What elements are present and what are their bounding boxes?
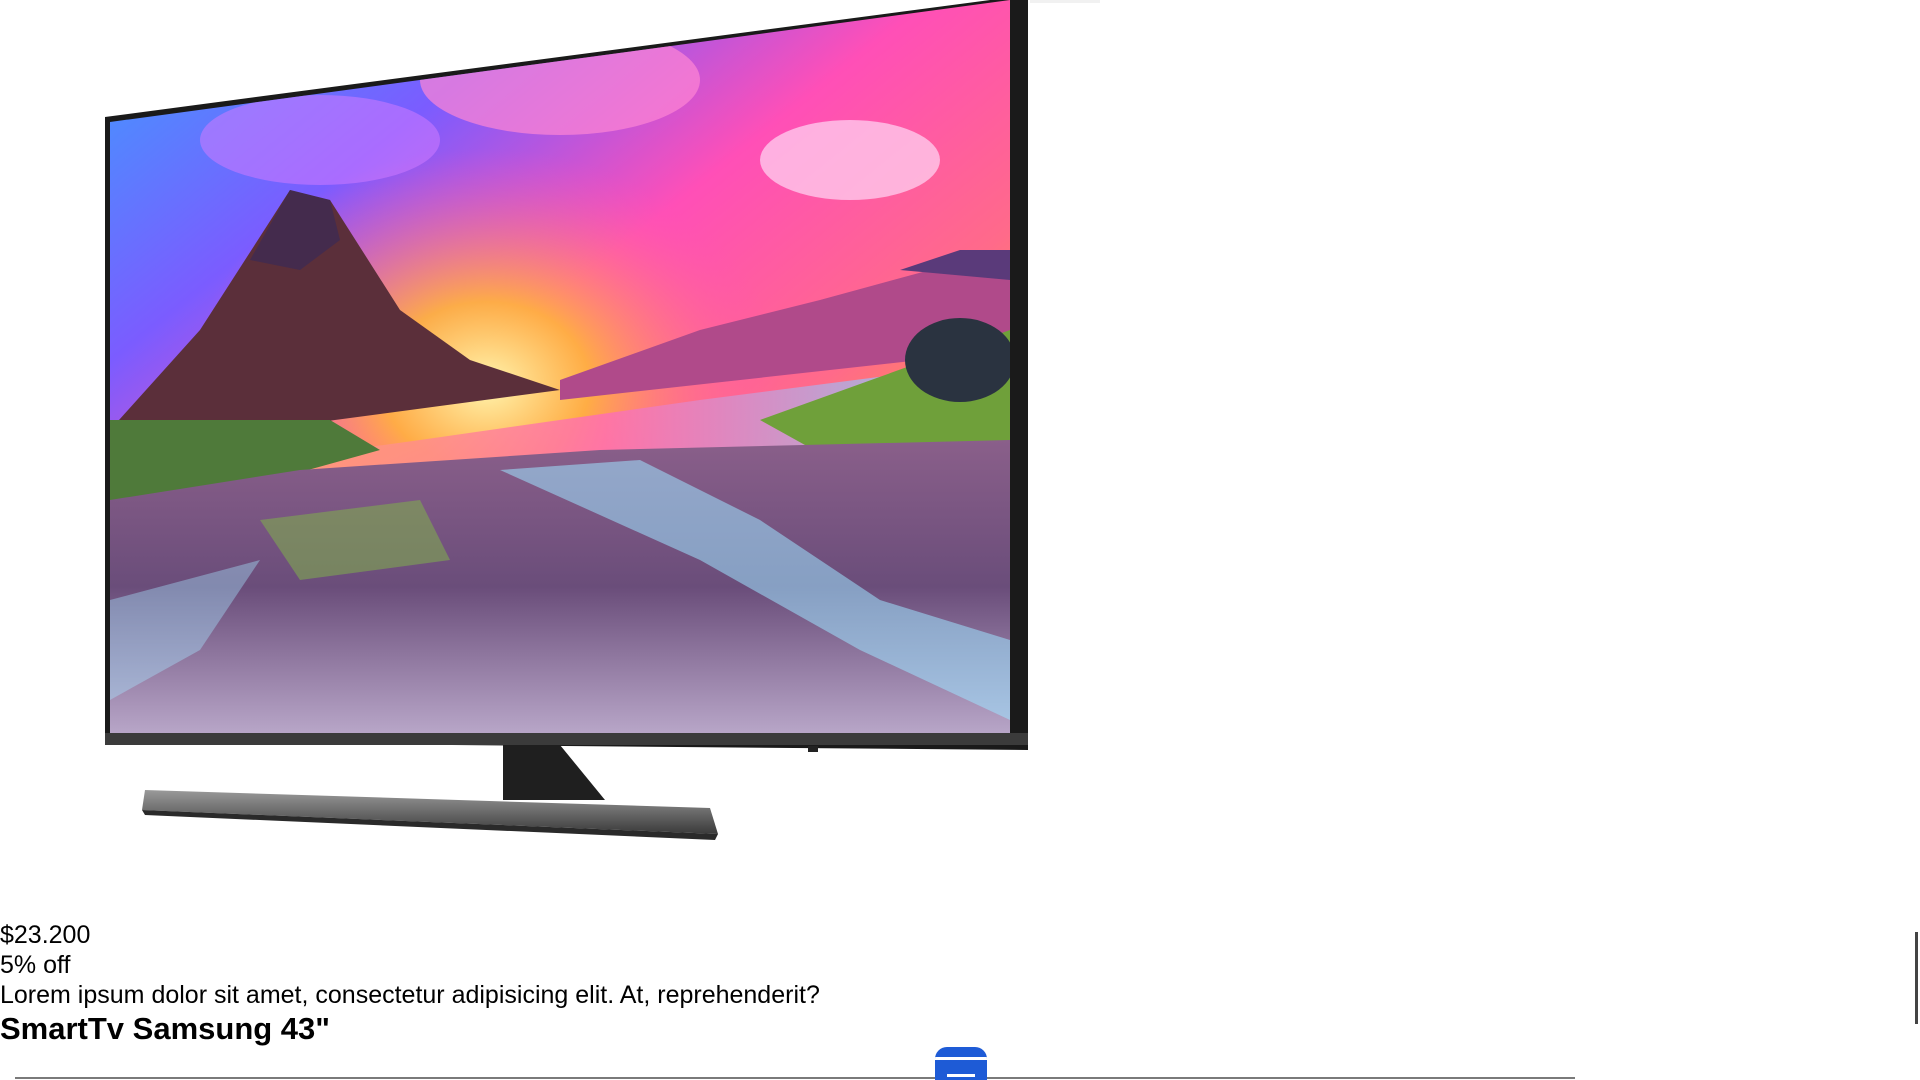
- cart-icon: [935, 1057, 987, 1060]
- smart-tv-icon: [105, 0, 1028, 840]
- product-price: $23.200: [0, 921, 91, 949]
- card-divider: [15, 1077, 1575, 1079]
- product-card: $23.200 5% off Lorem ipsum dolor sit ame…: [0, 0, 1920, 1080]
- product-info: $23.200 5% off Lorem ipsum dolor sit ame…: [0, 920, 1200, 1048]
- scrollbar-thumb[interactable]: [1915, 932, 1918, 1024]
- cart-icon-detail: [947, 1074, 975, 1077]
- background-tab: [1030, 0, 1100, 3]
- product-title: SmartTv Samsung 43": [0, 1011, 330, 1046]
- product-image[interactable]: [0, 0, 1030, 850]
- product-description: Lorem ipsum dolor sit amet, consectetur …: [0, 981, 820, 1009]
- add-to-cart-button[interactable]: [935, 1047, 987, 1080]
- discount-label: 5% off: [0, 951, 71, 979]
